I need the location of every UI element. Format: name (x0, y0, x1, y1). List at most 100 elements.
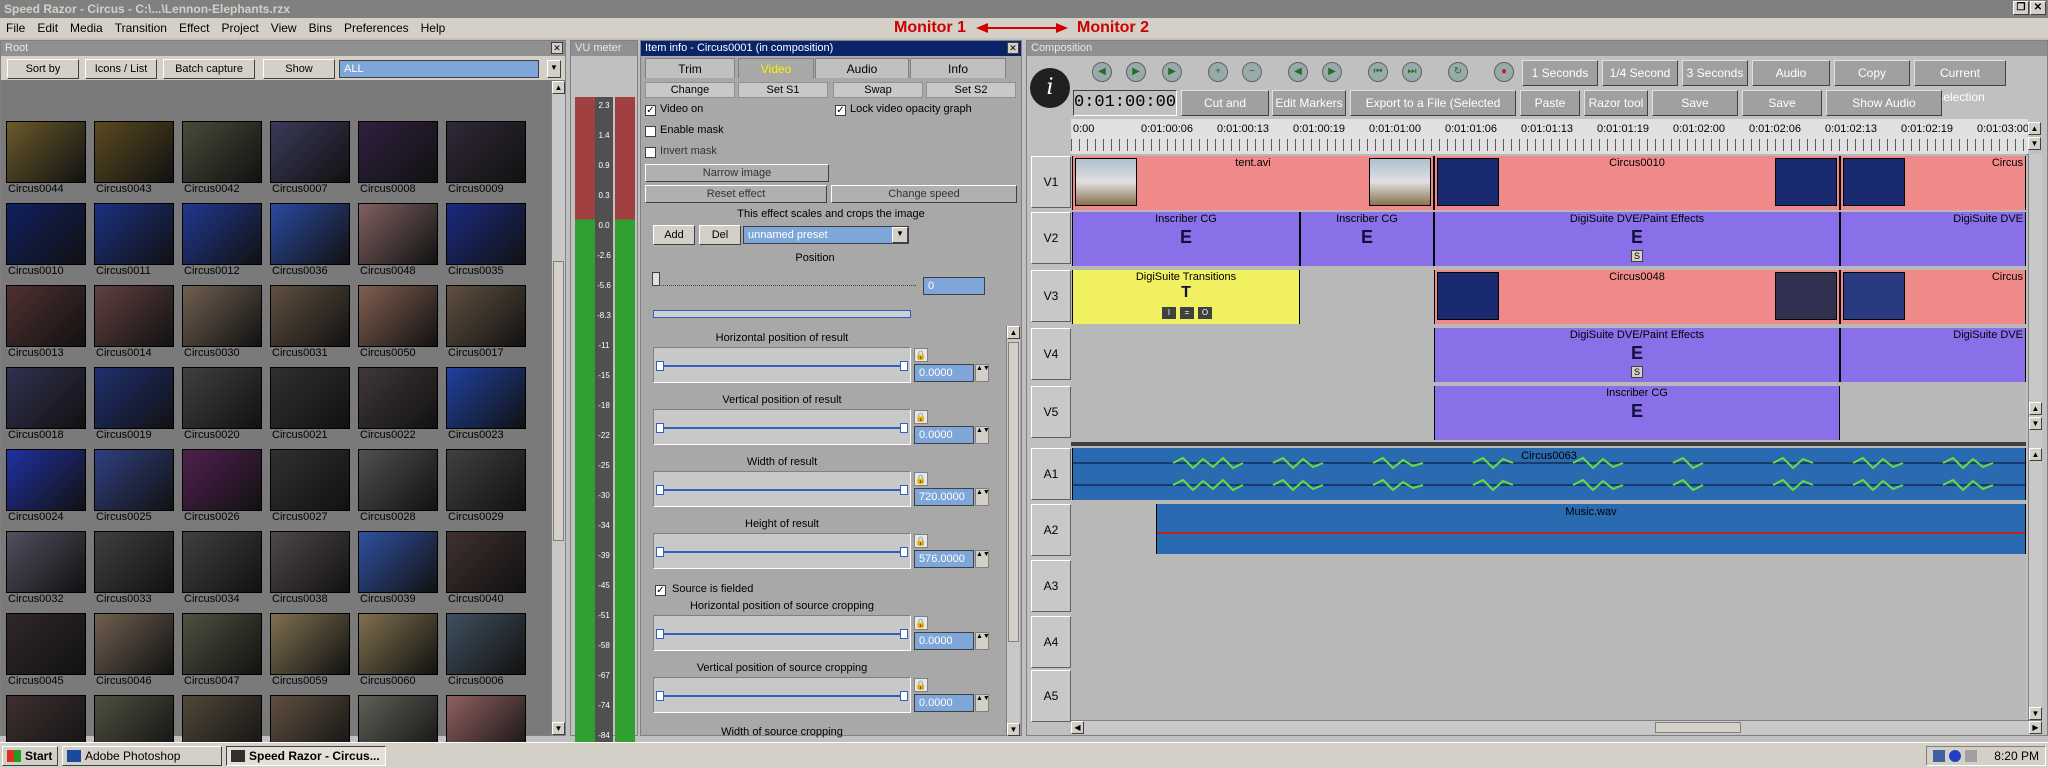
video-on-checkbox[interactable]: ✓ (645, 105, 656, 116)
tab-video[interactable]: Video (738, 58, 814, 78)
step-forward-icon[interactable]: ▶ (1322, 62, 1342, 82)
taskbar-item-photoshop[interactable]: Adobe Photoshop (62, 746, 222, 766)
clip-digisuite-dve-v4[interactable]: DigiSuite DVE/Paint Effects E S (1434, 328, 1840, 382)
spinner-icon[interactable]: ▲▼ (975, 426, 990, 444)
next-icon[interactable]: ▶ (1162, 62, 1182, 82)
bin-item[interactable]: Circus0030 (182, 285, 264, 360)
slider-knob[interactable] (656, 691, 664, 701)
param-2-input[interactable]: 720.0000 (914, 488, 974, 506)
clip-circus0063-audio[interactable]: Circus0063 (1072, 448, 2026, 500)
batch-capture-button[interactable]: Batch capture (163, 59, 255, 79)
close-icon[interactable]: ✕ (1007, 42, 1019, 54)
bin-item[interactable]: Circus0010 (6, 203, 88, 278)
bin-item[interactable]: Circus0011 (94, 203, 176, 278)
param-3-input[interactable]: 576.0000 (914, 550, 974, 568)
crop-param-0-input[interactable]: 0.0000 (914, 632, 974, 650)
clip-inscriber-cg[interactable]: Inscriber CG E (1072, 212, 1300, 266)
clip-music-wav[interactable]: Music.wav (1156, 504, 2026, 554)
bin-item[interactable]: Circus0036 (270, 203, 352, 278)
toolbar-button[interactable]: 1/4 Second (1602, 60, 1678, 86)
go-end-icon[interactable]: ⏭ (1402, 62, 1422, 82)
spinner-icon[interactable]: ▲▼ (975, 550, 990, 568)
start-button[interactable]: Start (2, 746, 58, 766)
track-header-v1[interactable]: V1 (1031, 156, 1071, 208)
composition-hscroll[interactable]: ◀ ▶ (1071, 720, 2042, 734)
chevron-down-icon[interactable]: ▼ (892, 227, 908, 243)
track-header-a5[interactable]: A5 (1031, 670, 1071, 722)
scroll-left-icon[interactable]: ◀ (1071, 721, 1084, 734)
spinner-icon[interactable]: ▲▼ (975, 488, 990, 506)
bin-item[interactable]: Circus0039 (358, 531, 440, 606)
lock-icon[interactable]: 🔒 (914, 534, 928, 548)
clip-digisuite-dve-v4-partial[interactable]: DigiSuite DVE (1840, 328, 2026, 382)
bin-item[interactable]: Circus0043 (94, 121, 176, 196)
bin-item[interactable]: Circus0034 (182, 531, 264, 606)
toolbar-button[interactable]: Export to a File (Selected Area)... (1350, 90, 1516, 134)
close-icon[interactable]: ✕ (551, 42, 563, 54)
invert-mask-checkbox[interactable] (645, 147, 656, 158)
slider-knob[interactable] (900, 691, 908, 701)
menu-item[interactable]: Transition (115, 21, 167, 35)
bin-item[interactable]: Circus0050 (358, 285, 440, 360)
show-button[interactable]: Show (263, 59, 335, 79)
tray-app-icon[interactable] (1965, 750, 1977, 762)
slider-knob[interactable] (656, 361, 664, 371)
in-icon[interactable]: I (1162, 307, 1176, 319)
param-0-slider[interactable] (653, 347, 911, 383)
lock-icon[interactable]: 🔒 (914, 616, 928, 630)
sub-button[interactable]: Set S1 (738, 82, 828, 98)
track-header-a2[interactable]: A2 (1031, 504, 1071, 556)
del-preset-button[interactable]: Del (699, 225, 741, 245)
toolbar-button[interactable]: 3 Seconds (1682, 60, 1748, 86)
clip-digisuite-transitions[interactable]: DigiSuite Transitions T I = O (1072, 270, 1300, 324)
position-range-slider[interactable] (653, 310, 911, 318)
out-icon[interactable]: O (1198, 307, 1212, 319)
param-1-input[interactable]: 0.0000 (914, 426, 974, 444)
scroll-down-icon[interactable]: ▼ (1007, 723, 1020, 736)
bin-item[interactable]: Circus0044 (6, 121, 88, 196)
network-icon[interactable] (1949, 750, 1961, 762)
menu-item[interactable]: Bins (309, 21, 332, 35)
bin-item[interactable]: Circus0017 (446, 285, 528, 360)
track-header-v2[interactable]: V2 (1031, 212, 1071, 264)
change-speed-button[interactable]: Change speed (831, 185, 1017, 203)
slider-knob[interactable] (656, 547, 664, 557)
slider-knob[interactable] (656, 423, 664, 433)
param-0-input[interactable]: 0.0000 (914, 364, 974, 382)
step-back-icon[interactable]: ◀ (1288, 62, 1308, 82)
clip-circus-partial-v3[interactable]: Circus (1840, 270, 2026, 324)
zoom-out-icon[interactable]: − (1242, 62, 1262, 82)
toolbar-button[interactable]: Copy (1834, 60, 1910, 86)
bin-item[interactable]: Circus0045 (6, 613, 88, 688)
composition-vscroll[interactable]: ▲ ▼ ▲ ▼ (2028, 154, 2042, 720)
bin-item[interactable]: Circus0059 (270, 613, 352, 688)
scroll-up-icon[interactable]: ▲ (552, 81, 565, 94)
bin-item[interactable]: Circus0038 (270, 531, 352, 606)
chevron-down-icon[interactable]: ▼ (547, 60, 561, 78)
bin-item[interactable]: Circus0007 (270, 121, 352, 196)
bin-item[interactable]: Circus0046 (94, 613, 176, 688)
prev-icon[interactable]: ◀ (1092, 62, 1112, 82)
toolbar-button[interactable]: Show Audio Waveform (1826, 90, 1942, 134)
add-preset-button[interactable]: Add (653, 225, 695, 245)
loop-icon[interactable]: ↻ (1448, 62, 1468, 82)
bin-item[interactable]: Circus0028 (358, 449, 440, 524)
toolbar-button[interactable]: Save Version... (1742, 90, 1822, 134)
slider-knob[interactable] (900, 629, 908, 639)
spinner-icon[interactable]: ▲▼ (975, 632, 990, 650)
bin-item[interactable]: Circus0035 (446, 203, 528, 278)
menu-item[interactable]: Help (421, 21, 446, 35)
bin-item[interactable]: Circus0029 (446, 449, 528, 524)
slider-knob[interactable] (900, 423, 908, 433)
menu-item[interactable]: Preferences (344, 21, 409, 35)
clip-circus0048[interactable]: Circus0048 (1434, 270, 1840, 324)
bin-item[interactable]: Circus0060 (358, 613, 440, 688)
sub-button[interactable]: Set S2 (926, 82, 1016, 98)
taskbar-item-speed-razor[interactable]: Speed Razor - Circus... (226, 746, 386, 766)
menu-item[interactable]: Effect (179, 21, 209, 35)
scroll-up-icon[interactable]: ▲ (1007, 326, 1020, 339)
param-1-slider[interactable] (653, 409, 911, 445)
menu-item[interactable]: Project (221, 21, 258, 35)
toolbar-button[interactable]: Razor tool (1584, 90, 1648, 116)
track-header-v3[interactable]: V3 (1031, 270, 1071, 322)
